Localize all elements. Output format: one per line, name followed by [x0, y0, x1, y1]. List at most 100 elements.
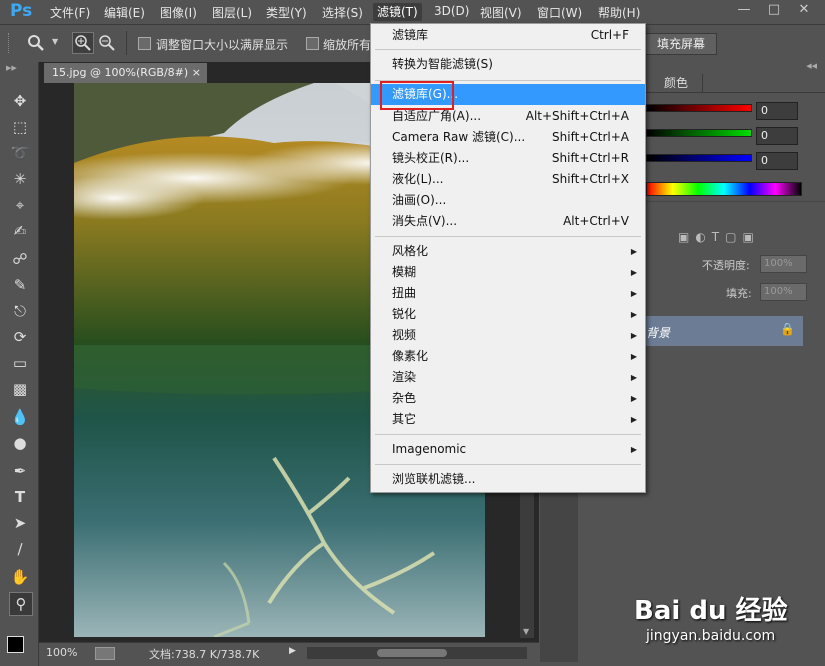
- red-value[interactable]: 0: [756, 102, 798, 120]
- magic-wand-tool-icon[interactable]: ✳: [9, 168, 31, 190]
- status-menu-arrow-icon[interactable]: ▶: [289, 646, 296, 656]
- eraser-tool-icon[interactable]: ▭: [9, 352, 31, 374]
- menu-window[interactable]: 窗口(W): [537, 4, 582, 21]
- type-tool-icon[interactable]: T: [9, 486, 31, 508]
- healing-brush-tool-icon[interactable]: ☍: [9, 248, 31, 270]
- layer-row-background[interactable]: 背景 🔒: [646, 316, 803, 346]
- menu-file[interactable]: 文件(F): [50, 4, 90, 21]
- foreground-color-swatch[interactable]: [7, 636, 24, 653]
- submenu-arrow-icon: ▶: [630, 310, 637, 319]
- menu-image[interactable]: 图像(I): [160, 4, 197, 21]
- status-info-icon[interactable]: [95, 647, 115, 660]
- menu-separator: [375, 49, 641, 50]
- tools-panel: ▶▶ ✥ ⬚ ➰ ✳ ⌖ ✍ ☍ ✎ ⎋ ⟳ ▭ ▩ 💧 ● ✒ T ➤ ∕ ✋…: [0, 62, 39, 666]
- submenu-arrow-icon: ▶: [630, 445, 637, 454]
- zoom-all-checkbox[interactable]: [306, 37, 319, 50]
- annotation-highlight-box: [380, 81, 454, 110]
- fill-field[interactable]: 100%: [760, 283, 807, 301]
- blue-value[interactable]: 0: [756, 152, 798, 170]
- dodge-tool-icon[interactable]: ●: [9, 432, 31, 454]
- horizontal-scroll-thumb[interactable]: [377, 649, 447, 657]
- menu-item-blur[interactable]: 模糊 ▶: [371, 262, 645, 283]
- menu-item-other[interactable]: 其它 ▶: [371, 409, 645, 430]
- submenu-arrow-icon: ▶: [630, 247, 637, 256]
- menu-item-vanishing-point[interactable]: 消失点(V)... Alt+Ctrl+V: [371, 211, 645, 232]
- scroll-down-icon[interactable]: ▼: [523, 627, 529, 636]
- opacity-label: 不透明度:: [702, 259, 750, 272]
- menu-3d[interactable]: 3D(D): [434, 4, 469, 18]
- menu-item-oil-paint[interactable]: 油画(O)...: [371, 190, 645, 211]
- blue-slider[interactable]: [646, 154, 752, 162]
- menu-item-lens-correction[interactable]: 镜头校正(R)... Shift+Ctrl+R: [371, 148, 645, 169]
- hand-tool-icon[interactable]: ✋: [9, 566, 31, 588]
- submenu-arrow-icon: ▶: [630, 268, 637, 277]
- close-window-icon[interactable]: ✕: [790, 0, 818, 20]
- submenu-arrow-icon: ▶: [630, 331, 637, 340]
- menu-filter[interactable]: 滤镜(T): [373, 3, 422, 21]
- gradient-tool-icon[interactable]: ▩: [9, 378, 31, 400]
- crop-tool-icon[interactable]: ⌖: [9, 194, 31, 216]
- history-brush-tool-icon[interactable]: ⟳: [9, 326, 31, 348]
- tool-preset-chevron-icon[interactable]: ▼: [52, 37, 58, 46]
- horizontal-scrollbar[interactable]: [307, 647, 527, 659]
- menu-item-camera-raw[interactable]: Camera Raw 滤镜(C)... Shift+Ctrl+A: [371, 127, 645, 148]
- zoom-out-icon[interactable]: [97, 33, 117, 53]
- menu-item-render[interactable]: 渲染 ▶: [371, 367, 645, 388]
- lasso-tool-icon[interactable]: ➰: [9, 142, 31, 164]
- menu-item-liquify[interactable]: 液化(L)... Shift+Ctrl+X: [371, 169, 645, 190]
- menu-item-video[interactable]: 视频 ▶: [371, 325, 645, 346]
- brush-tool-icon[interactable]: ✎: [9, 274, 31, 296]
- move-tool-icon[interactable]: ✥: [9, 90, 31, 112]
- color-ramp[interactable]: [646, 182, 802, 196]
- menu-item-convert-smart-filter[interactable]: 转换为智能滤镜(S): [371, 54, 645, 75]
- menu-item-distort[interactable]: 扭曲 ▶: [371, 283, 645, 304]
- menu-item-stylize[interactable]: 风格化 ▶: [371, 241, 645, 262]
- menu-type[interactable]: 类型(Y): [266, 4, 307, 21]
- menu-item-imagenomic[interactable]: Imagenomic ▶: [371, 439, 645, 460]
- menu-help[interactable]: 帮助(H): [598, 4, 640, 21]
- line-tool-icon[interactable]: ∕: [9, 538, 31, 560]
- menu-item-noise[interactable]: 杂色 ▶: [371, 388, 645, 409]
- menu-edit[interactable]: 编辑(E): [104, 4, 145, 21]
- zoom-in-icon[interactable]: [72, 32, 94, 54]
- menu-view[interactable]: 视图(V): [480, 4, 522, 21]
- opacity-field[interactable]: 100%: [760, 255, 807, 273]
- clone-stamp-tool-icon[interactable]: ⎋: [9, 300, 31, 322]
- layer-name: 背景: [646, 326, 671, 340]
- resize-windows-checkbox[interactable]: [138, 37, 151, 50]
- blur-tool-icon[interactable]: 💧: [9, 406, 31, 428]
- green-value[interactable]: 0: [756, 127, 798, 145]
- submenu-arrow-icon: ▶: [630, 415, 637, 424]
- color-tab[interactable]: 颜色: [650, 74, 703, 92]
- close-document-icon[interactable]: ×: [192, 63, 201, 83]
- submenu-arrow-icon: ▶: [630, 352, 637, 361]
- red-slider[interactable]: [646, 104, 752, 112]
- menu-item-browse-filters-online[interactable]: 浏览联机滤镜...: [371, 469, 645, 490]
- ps-logo: Ps: [10, 1, 33, 21]
- fill-screen-button[interactable]: 填充屏幕: [645, 33, 717, 55]
- menu-select[interactable]: 选择(S): [322, 4, 363, 21]
- menu-item-sharpen[interactable]: 锐化 ▶: [371, 304, 645, 325]
- menu-layer[interactable]: 图层(L): [212, 4, 252, 21]
- eyedropper-tool-icon[interactable]: ✍: [9, 220, 31, 242]
- menu-item-pixelate[interactable]: 像素化 ▶: [371, 346, 645, 367]
- fill-label: 填充:: [726, 287, 752, 300]
- maximize-icon[interactable]: □: [760, 0, 788, 20]
- marquee-tool-icon[interactable]: ⬚: [9, 116, 31, 138]
- pen-tool-icon[interactable]: ✒: [9, 460, 31, 482]
- zoom-tool-icon[interactable]: [26, 33, 48, 53]
- document-tab[interactable]: 15.jpg @ 100%(RGB/8#) ×: [44, 63, 207, 83]
- zoom-all-label: 缩放所有: [323, 38, 372, 52]
- resize-windows-label: 调整窗口大小以满屏显示: [156, 38, 289, 52]
- zoom-tool-active-icon[interactable]: ⚲: [9, 592, 33, 616]
- path-selection-tool-icon[interactable]: ➤: [9, 512, 31, 534]
- menu-item-filter-gallery-last[interactable]: 滤镜库 Ctrl+F: [371, 25, 645, 46]
- panel-collapse-icon[interactable]: ◀◀: [806, 62, 817, 70]
- toolbar-collapse-icon[interactable]: ▶▶: [6, 64, 32, 72]
- layer-lock-icon[interactable]: 🔒: [780, 322, 795, 336]
- minimize-icon[interactable]: —: [730, 0, 758, 20]
- green-slider[interactable]: [646, 129, 752, 137]
- menu-separator: [375, 464, 641, 465]
- zoom-level[interactable]: 100%: [46, 646, 77, 659]
- layer-filter-icons[interactable]: ▣◐T▢▣: [678, 230, 798, 244]
